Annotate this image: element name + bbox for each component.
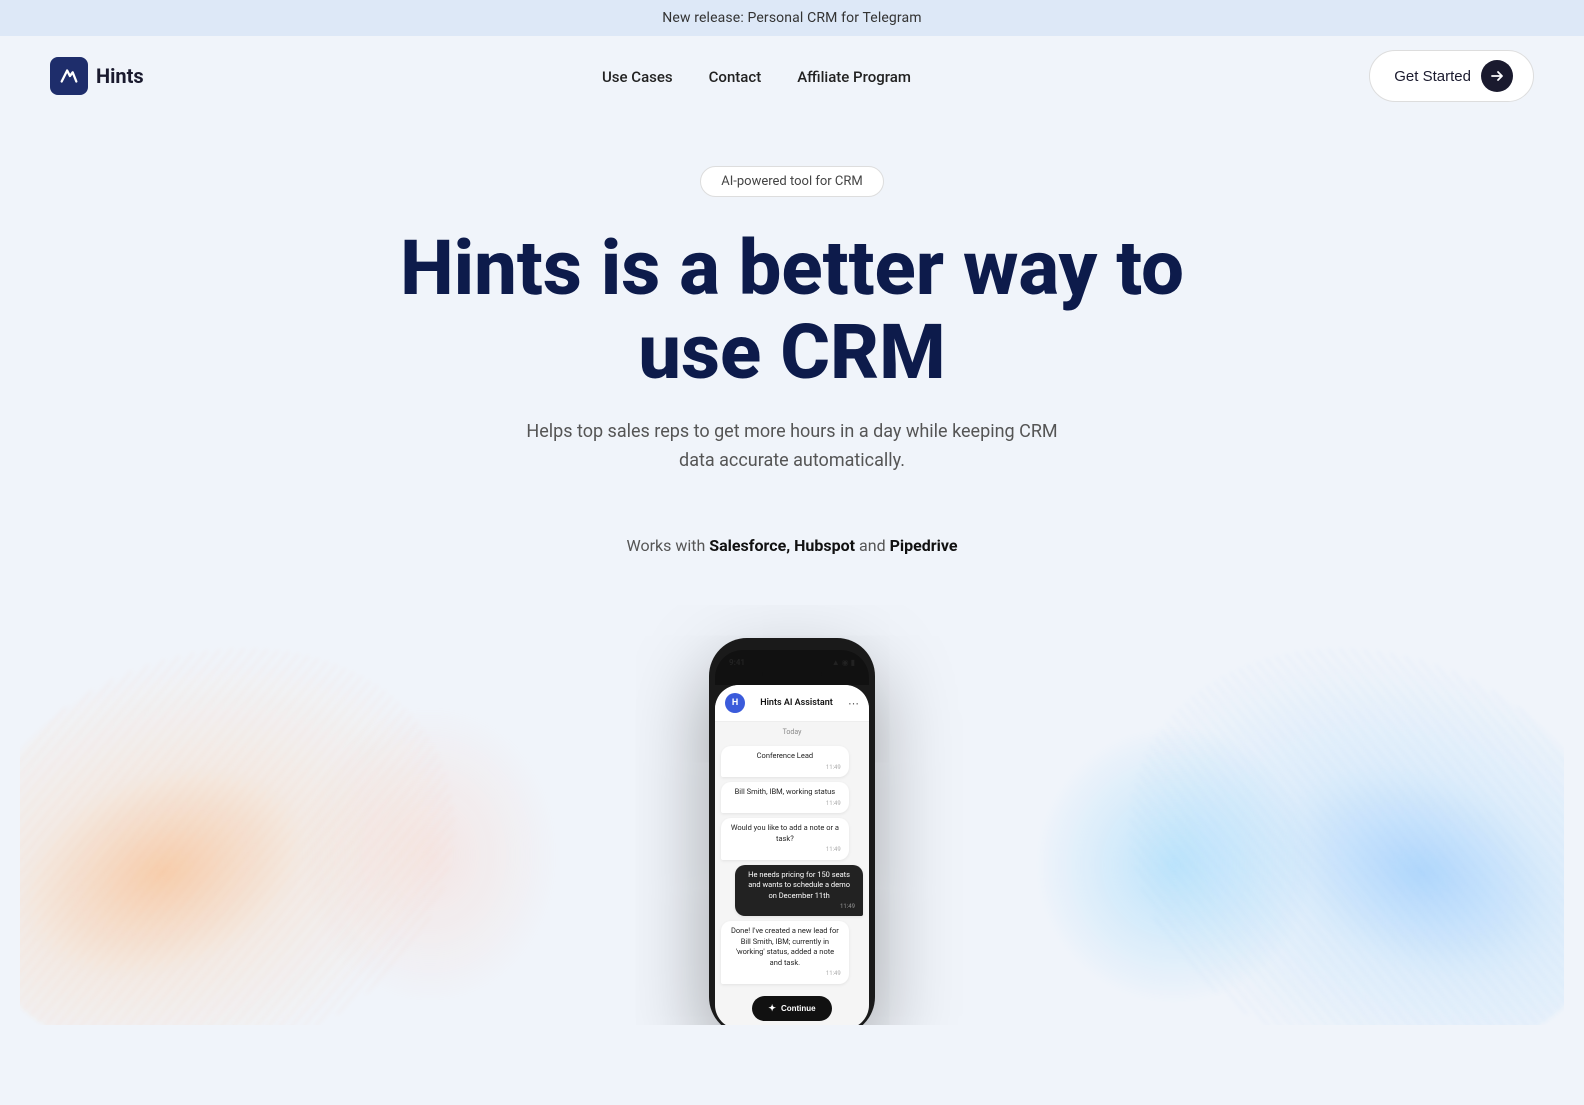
announcement-text: New release: Personal CRM for Telegram xyxy=(662,10,921,26)
nav-link-use-cases[interactable]: Use Cases xyxy=(602,68,673,86)
nav-link-contact[interactable]: Contact xyxy=(709,68,762,86)
hero-subtitle: Helps top sales reps to get more hours i… xyxy=(512,418,1072,476)
works-with-prefix: Works with xyxy=(627,536,710,555)
chat-bubble-1: Conference Lead 11:49 xyxy=(721,746,849,777)
chat-bubble-2: Bill Smith, IBM, working status 11:49 xyxy=(721,782,849,813)
ai-badge-text: AI-powered tool for CRM xyxy=(721,174,862,189)
works-with: Works with Salesforce, Hubspot and Piped… xyxy=(20,536,1564,555)
phone-status-icons: ▲ ◉ ▮ xyxy=(832,658,855,667)
nav-link-affiliate[interactable]: Affiliate Program xyxy=(797,68,911,86)
arrow-right-icon xyxy=(1489,68,1505,84)
announcement-bar: New release: Personal CRM for Telegram xyxy=(0,0,1584,36)
hero-title: Hints is a better way to use CRM xyxy=(342,227,1242,394)
arrow-circle xyxy=(1481,60,1513,92)
bubble-time-3: 11:49 xyxy=(729,846,841,854)
chat-more-icon[interactable]: ⋯ xyxy=(848,697,859,710)
nav-links: Use Cases Contact Affiliate Program xyxy=(602,67,911,86)
chat-title: Hints AI Assistant xyxy=(751,698,842,708)
phone-screen: H Hints AI Assistant ⋯ Today Conference … xyxy=(715,685,869,1024)
logo[interactable]: Hints xyxy=(50,57,144,95)
get-started-label: Get Started xyxy=(1394,68,1471,85)
phone-mockup: 9:41 ▲ ◉ ▮ H Hints AI Assistant ⋯ Today … xyxy=(709,638,875,1024)
phone-notch xyxy=(762,671,822,685)
get-started-button[interactable]: Get Started xyxy=(1369,50,1534,102)
logo-icon xyxy=(50,57,88,95)
navbar: Hints Use Cases Contact Affiliate Progra… xyxy=(0,36,1584,116)
logo-text: Hints xyxy=(96,64,144,88)
hero-section: AI-powered tool for CRM Hints is a bette… xyxy=(0,116,1584,1025)
chat-date: Today xyxy=(715,722,869,742)
logo-svg xyxy=(58,65,80,87)
bubble-text-1: Conference Lead xyxy=(757,751,813,760)
spark-icon: ✦ xyxy=(768,1003,776,1014)
bubble-time-2: 11:49 xyxy=(729,800,841,808)
hero-title-line2: use CRM xyxy=(638,307,945,397)
bubble-time-1: 11:49 xyxy=(729,764,841,772)
blob-mid-left xyxy=(300,705,560,1005)
chat-messages: Conference Lead 11:49 Bill Smith, IBM, w… xyxy=(715,742,869,987)
blob-mid-right xyxy=(1034,725,1314,1005)
chat-bubble-5: Done! I've created a new lead for Bill S… xyxy=(721,921,849,983)
chat-bubble-4: He needs pricing for 150 seats and wants… xyxy=(735,865,863,917)
works-with-last: Pipedrive xyxy=(890,536,958,555)
chat-bubble-3: Would you like to add a note or a task? … xyxy=(721,818,849,859)
nav-item-use-cases[interactable]: Use Cases xyxy=(602,67,673,86)
continue-label: Continue xyxy=(781,1004,816,1013)
ai-badge: AI-powered tool for CRM xyxy=(700,166,883,197)
bubble-text-2: Bill Smith, IBM, working status xyxy=(735,787,836,796)
bubble-time-4: 11:49 xyxy=(743,903,855,911)
chat-avatar: H xyxy=(725,693,745,713)
bubble-text-5: Done! I've created a new lead for Bill S… xyxy=(731,926,839,967)
bubble-text-3: Would you like to add a note or a task? xyxy=(731,823,839,843)
phone-status-bar: 9:41 ▲ ◉ ▮ xyxy=(723,656,861,671)
phone-time: 9:41 xyxy=(729,658,745,667)
bubble-text-4: He needs pricing for 150 seats and wants… xyxy=(748,870,850,900)
nav-item-affiliate[interactable]: Affiliate Program xyxy=(797,67,911,86)
bubble-time-5: 11:49 xyxy=(729,970,841,978)
hero-title-line1: Hints is a better way to xyxy=(400,223,1184,313)
continue-button[interactable]: ✦ Continue xyxy=(752,996,831,1021)
chat-header: H Hints AI Assistant ⋯ xyxy=(715,685,869,722)
works-with-connector: and xyxy=(855,536,890,555)
nav-item-contact[interactable]: Contact xyxy=(709,67,762,86)
phone-notch-area: 9:41 ▲ ◉ ▮ xyxy=(715,650,869,685)
works-with-brands: Salesforce, Hubspot xyxy=(709,536,855,555)
phone-area: 9:41 ▲ ◉ ▮ H Hints AI Assistant ⋯ Today … xyxy=(20,605,1564,1025)
